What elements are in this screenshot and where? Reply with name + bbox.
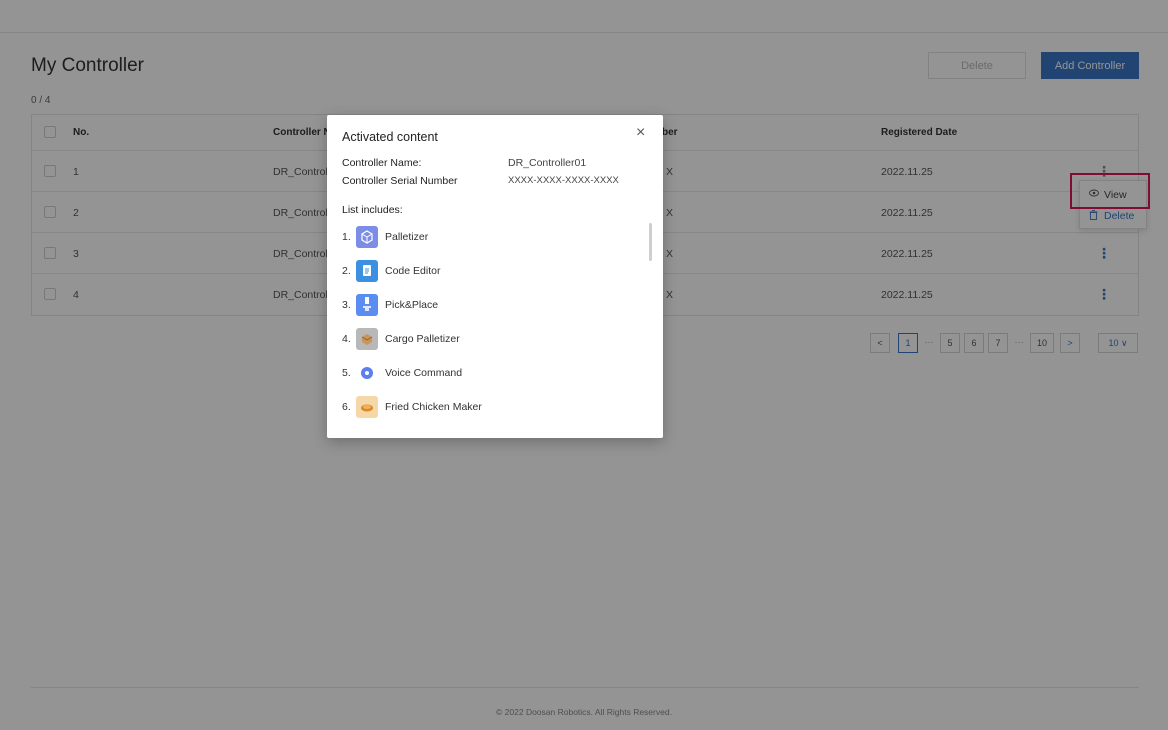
- list-item-label: Code Editor: [385, 265, 441, 277]
- serial-number-value: XXXX-XXXX-XXXX-XXXX: [508, 175, 619, 186]
- list-item: 4. Cargo Palletizer: [342, 328, 622, 350]
- pick-place-icon: [356, 294, 378, 316]
- list-item-number: 2.: [342, 265, 351, 277]
- list-item-label: Voice Command: [385, 367, 463, 379]
- controller-name-label: Controller Name:: [342, 157, 422, 169]
- serial-number-label: Controller Serial Number: [342, 175, 458, 187]
- close-icon[interactable]: ×: [636, 125, 645, 141]
- list-item-number: 6.: [342, 401, 351, 413]
- list-item-label: Palletizer: [385, 231, 429, 243]
- list-item: 3. Pick&Place: [342, 294, 622, 316]
- list-item-number: 4.: [342, 333, 351, 345]
- list-item-label: Cargo Palletizer: [385, 333, 460, 345]
- list-item-label: Pick&Place: [385, 299, 439, 311]
- code-editor-icon: [356, 260, 378, 282]
- list-item: 2. Code Editor: [342, 260, 622, 282]
- list-item-number: 3.: [342, 299, 351, 311]
- list-item: 5. Voice Command: [342, 362, 622, 384]
- list-item-label: Fried Chicken Maker: [385, 401, 482, 413]
- fried-chicken-icon: [356, 396, 378, 418]
- voice-command-icon: [356, 362, 378, 384]
- controller-name-value: DR_Controller01: [508, 157, 587, 169]
- list-item-number: 1.: [342, 231, 351, 243]
- cargo-palletizer-icon: [356, 328, 378, 350]
- modal-scrollbar[interactable]: [649, 223, 652, 261]
- list-includes-title: List includes:: [342, 204, 403, 216]
- list-item: 1. Palletizer: [342, 226, 622, 248]
- list-item: 6. Fried Chicken Maker: [342, 396, 622, 418]
- activated-content-modal: Activated content × Controller Name: DR_…: [327, 115, 663, 438]
- palletizer-icon: [356, 226, 378, 248]
- modal-title: Activated content: [342, 130, 438, 144]
- list-item-number: 5.: [342, 367, 351, 379]
